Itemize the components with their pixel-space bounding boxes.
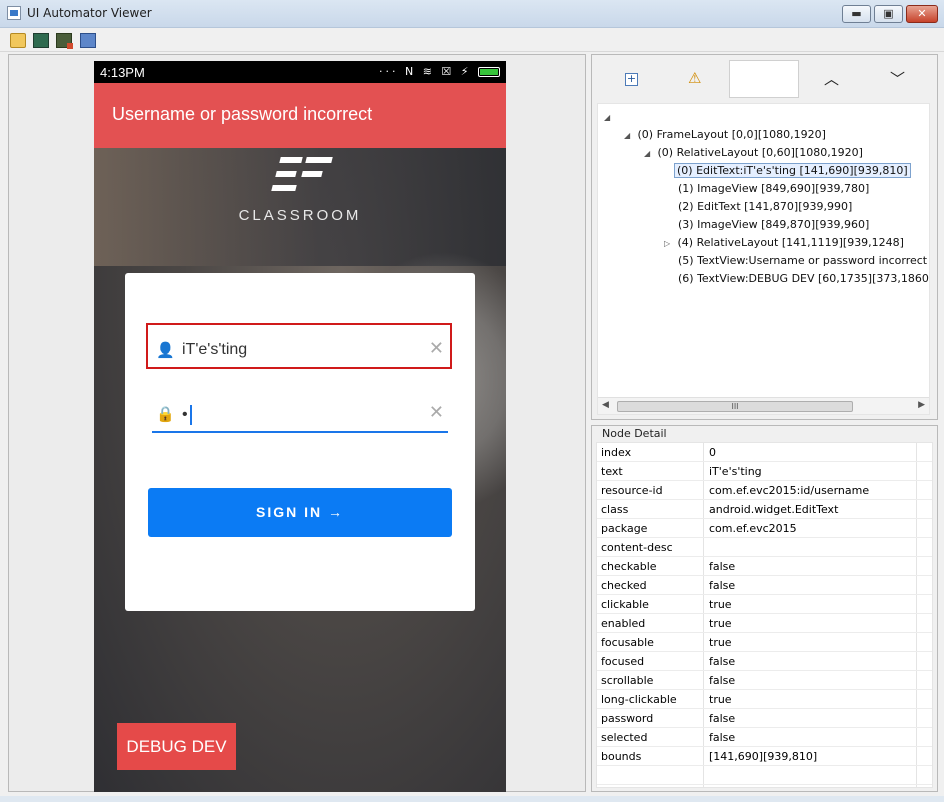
password-field[interactable]: 🔒 • ✕ [152,395,448,433]
table-row[interactable]: password false [597,709,932,728]
tree-node[interactable]: (3) ImageView [849,870][939,960] [678,216,869,233]
tree-node[interactable]: ◢ (0) RelativeLayout [0,60][1080,1920] [644,144,863,161]
table-row[interactable]: focusable true [597,633,932,652]
table-row[interactable]: focused false [597,652,932,671]
table-row[interactable]: content-desc [597,538,932,557]
scroll-left-icon[interactable]: ◀ [602,400,609,410]
node-detail-table: index 0 text iT'e's'ting resource-id com.ef… [596,442,933,788]
hierarchy-tree[interactable]: ◢ ◢ (0) FrameLayout [0,0][1080,1920] ◢ (… [597,103,930,415]
scroll-right-icon[interactable]: ▶ [918,400,925,410]
tree-node[interactable]: (5) TextView:Username or password incorr… [678,252,929,269]
main-toolbar [0,28,944,52]
device-screenshot-compressed-icon[interactable] [56,33,73,49]
debug-dev-button[interactable]: DEBUG DEV [117,723,236,770]
tree-root[interactable]: ◢ [604,108,614,125]
tree-node[interactable]: ▷ (4) RelativeLayout [141,1119][939,1248… [664,234,904,251]
brand-classroom-text: CLASSROOM [238,207,362,224]
table-row[interactable]: enabled true [597,614,932,633]
ef-logo-icon [266,153,334,195]
tree-node[interactable]: (1) ImageView [849,690][939,780] [678,180,869,197]
selected-node-highlight [146,323,452,369]
device-screenshot[interactable]: 4:13PM ··· N ≋ ☒ ⚡ Username or password … [94,61,506,792]
table-row[interactable]: checkable false [597,557,932,576]
minimize-button[interactable]: ▬ [842,5,871,23]
maximize-button[interactable]: ▣ [874,5,903,23]
previous-result-icon[interactable]: ︿ [824,68,839,89]
search-input[interactable] [729,60,799,98]
next-result-icon[interactable]: ﹀ [890,68,905,89]
screenshot-panel: 4:13PM ··· N ≋ ☒ ⚡ Username or password … [8,54,586,792]
table-row[interactable]: index 0 [597,443,932,462]
brand: CLASSROOM [94,149,506,229]
warning-icon[interactable]: ⚠ [688,69,701,87]
hierarchy-panel: + ⚠ ︿ ﹀ ◢ ◢ (0) FrameLayout [0,0][1080,1… [591,54,938,420]
save-icon[interactable] [80,33,96,48]
clear-password-icon[interactable]: ✕ [429,402,444,423]
table-row[interactable]: package com.ef.evc2015 [597,519,932,538]
table-row[interactable]: long-clickable true [597,690,932,709]
password-mask: • [182,406,188,424]
app-icon [7,6,21,20]
table-row[interactable]: class android.widget.EditText [597,500,932,519]
scrollbar-thumb[interactable]: III [617,401,853,412]
sign-in-button[interactable]: SIGN IN → [148,488,452,537]
battery-icon [478,67,500,77]
text-caret [189,405,192,425]
node-detail-panel: Node Detail index 0 text iT'e's'ting resou… [591,425,938,792]
table-row[interactable]: selected false [597,728,932,747]
status-bar: 4:13PM ··· N ≋ ☒ ⚡ [94,61,506,83]
table-row-empty [597,766,932,785]
table-row[interactable]: text iT'e's'ting [597,462,932,481]
table-row[interactable]: checked false [597,576,932,595]
login-card: 👤 iT'e's'ting ✕ 🔒 • ✕ SIGN IN → [125,273,475,611]
tree-node[interactable]: ◢ (0) FrameLayout [0,0][1080,1920] [624,126,826,143]
lock-icon: 🔒 [156,405,175,423]
error-message: Username or password incorrect [112,104,373,124]
tree-node[interactable]: (2) EditText [141,870][939,990] [678,198,852,215]
table-row[interactable]: clickable true [597,595,932,614]
title-bar: UI Automator Viewer ▬ ▣ ✕ [0,0,944,28]
expand-all-icon[interactable]: + [625,73,638,86]
device-screenshot-icon[interactable] [33,33,49,48]
hierarchy-toolbar: + ⚠ ︿ ﹀ [592,55,937,103]
password-value: • [182,405,192,425]
client-area: 4:13PM ··· N ≋ ☒ ⚡ Username or password … [0,52,944,796]
table-row[interactable]: bounds [141,690][939,810] [597,747,932,766]
status-icons-text: ··· N ≋ ☒ ⚡ [378,65,472,78]
error-banner: Username or password incorrect [94,83,506,148]
status-time: 4:13PM [100,65,145,80]
close-button[interactable]: ✕ [906,5,938,23]
window-title: UI Automator Viewer [27,6,152,20]
open-folder-icon[interactable] [10,33,26,48]
table-row[interactable]: resource-id com.ef.evc2015:id/username [597,481,932,500]
table-row[interactable]: scrollable false [597,671,932,690]
status-icons: ··· N ≋ ☒ ⚡ [379,65,500,78]
node-detail-title: Node Detail [600,427,669,440]
horizontal-scrollbar[interactable]: ◀ III ▶ [598,397,929,414]
tree-node-selected[interactable]: (0) EditText:iT'e's'ting [141,690][939,8… [674,162,911,179]
tree-node[interactable]: (6) TextView:DEBUG DEV [60,1735][373,186… [678,270,929,287]
